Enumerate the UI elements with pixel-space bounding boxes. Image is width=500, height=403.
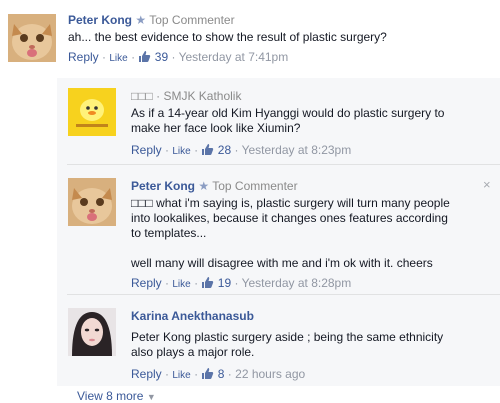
like-button[interactable]: Like [109, 53, 127, 64]
profile-photo-icon [68, 308, 116, 356]
reply-button[interactable]: Reply [131, 276, 162, 290]
chevron-down-icon: ▼ [146, 392, 156, 402]
top-commenter-badge: Top Commenter [149, 13, 235, 27]
reply-actions: Reply · Like · 8 · 22 hours ago [131, 366, 481, 384]
cat-photo-icon [68, 178, 116, 226]
star-icon: ★ [198, 179, 213, 193]
separator-dot: · [102, 50, 107, 64]
like-button[interactable]: Like [172, 370, 190, 381]
timestamp[interactable]: Yesterday at 8:23pm [242, 143, 352, 157]
thumbs-up-icon [201, 276, 214, 293]
timestamp[interactable]: Yesterday at 8:28pm [242, 276, 352, 290]
reply-actions: Reply · Like · 19 · Yesterday at 8:28pm [131, 275, 481, 293]
timestamp[interactable]: Yesterday at 7:41pm [179, 50, 289, 64]
like-count[interactable]: 39 [155, 50, 168, 64]
reply-actions: Reply · Like · 28 · Yesterday at 8:23pm [131, 142, 491, 160]
thumbs-up-icon [138, 50, 151, 67]
close-icon[interactable]: × [483, 177, 491, 192]
divider [67, 294, 500, 295]
divider [67, 164, 500, 165]
separator-dot: · [131, 50, 136, 64]
reply-button[interactable]: Reply [131, 367, 162, 381]
avatar[interactable] [68, 88, 116, 136]
like-count[interactable]: 19 [218, 276, 231, 290]
like-button[interactable]: Like [172, 146, 190, 157]
avatar[interactable] [68, 308, 116, 356]
like-count[interactable]: 28 [218, 143, 231, 157]
avatar[interactable] [68, 178, 116, 226]
timestamp[interactable]: 22 hours ago [235, 367, 305, 381]
reply-button[interactable]: Reply [68, 50, 99, 64]
like-button[interactable]: Like [172, 279, 190, 290]
top-commenter-badge: Top Commenter [212, 179, 298, 193]
comment-actions: Reply · Like · 39 · Yesterday at 7:41pm [68, 49, 488, 67]
thumbs-up-icon [201, 367, 214, 384]
comment-author[interactable]: Peter Kong [68, 13, 132, 27]
reply-author[interactable]: □□□ [131, 89, 153, 103]
duck-logo-icon [68, 88, 116, 136]
separator-dot: · [171, 50, 176, 64]
reply-text: As if a 14-year old Kim Hyanggi would do… [131, 106, 445, 135]
reply-author[interactable]: Karina Anekthanasub [131, 309, 254, 323]
star-icon: ★ [135, 13, 150, 27]
comment-text: ah... the best evidence to show the resu… [68, 30, 387, 44]
reply-text: Peter Kong plastic surgery aside ; being… [131, 330, 444, 359]
comment-item: Peter Kong ★ Top Commenter ah... the bes… [0, 0, 500, 80]
like-count[interactable]: 8 [218, 367, 225, 381]
author-affiliation: · SMJK Katholik [156, 89, 242, 103]
reply-button[interactable]: Reply [131, 143, 162, 157]
view-more-link[interactable]: View 8 more ▼ [77, 389, 156, 403]
avatar[interactable] [8, 14, 56, 62]
thumbs-up-icon [201, 143, 214, 160]
reply-text: □□□ what i'm saying is, plastic surgery … [131, 196, 450, 270]
cat-photo-icon [8, 14, 56, 62]
reply-author[interactable]: Peter Kong [131, 179, 195, 193]
